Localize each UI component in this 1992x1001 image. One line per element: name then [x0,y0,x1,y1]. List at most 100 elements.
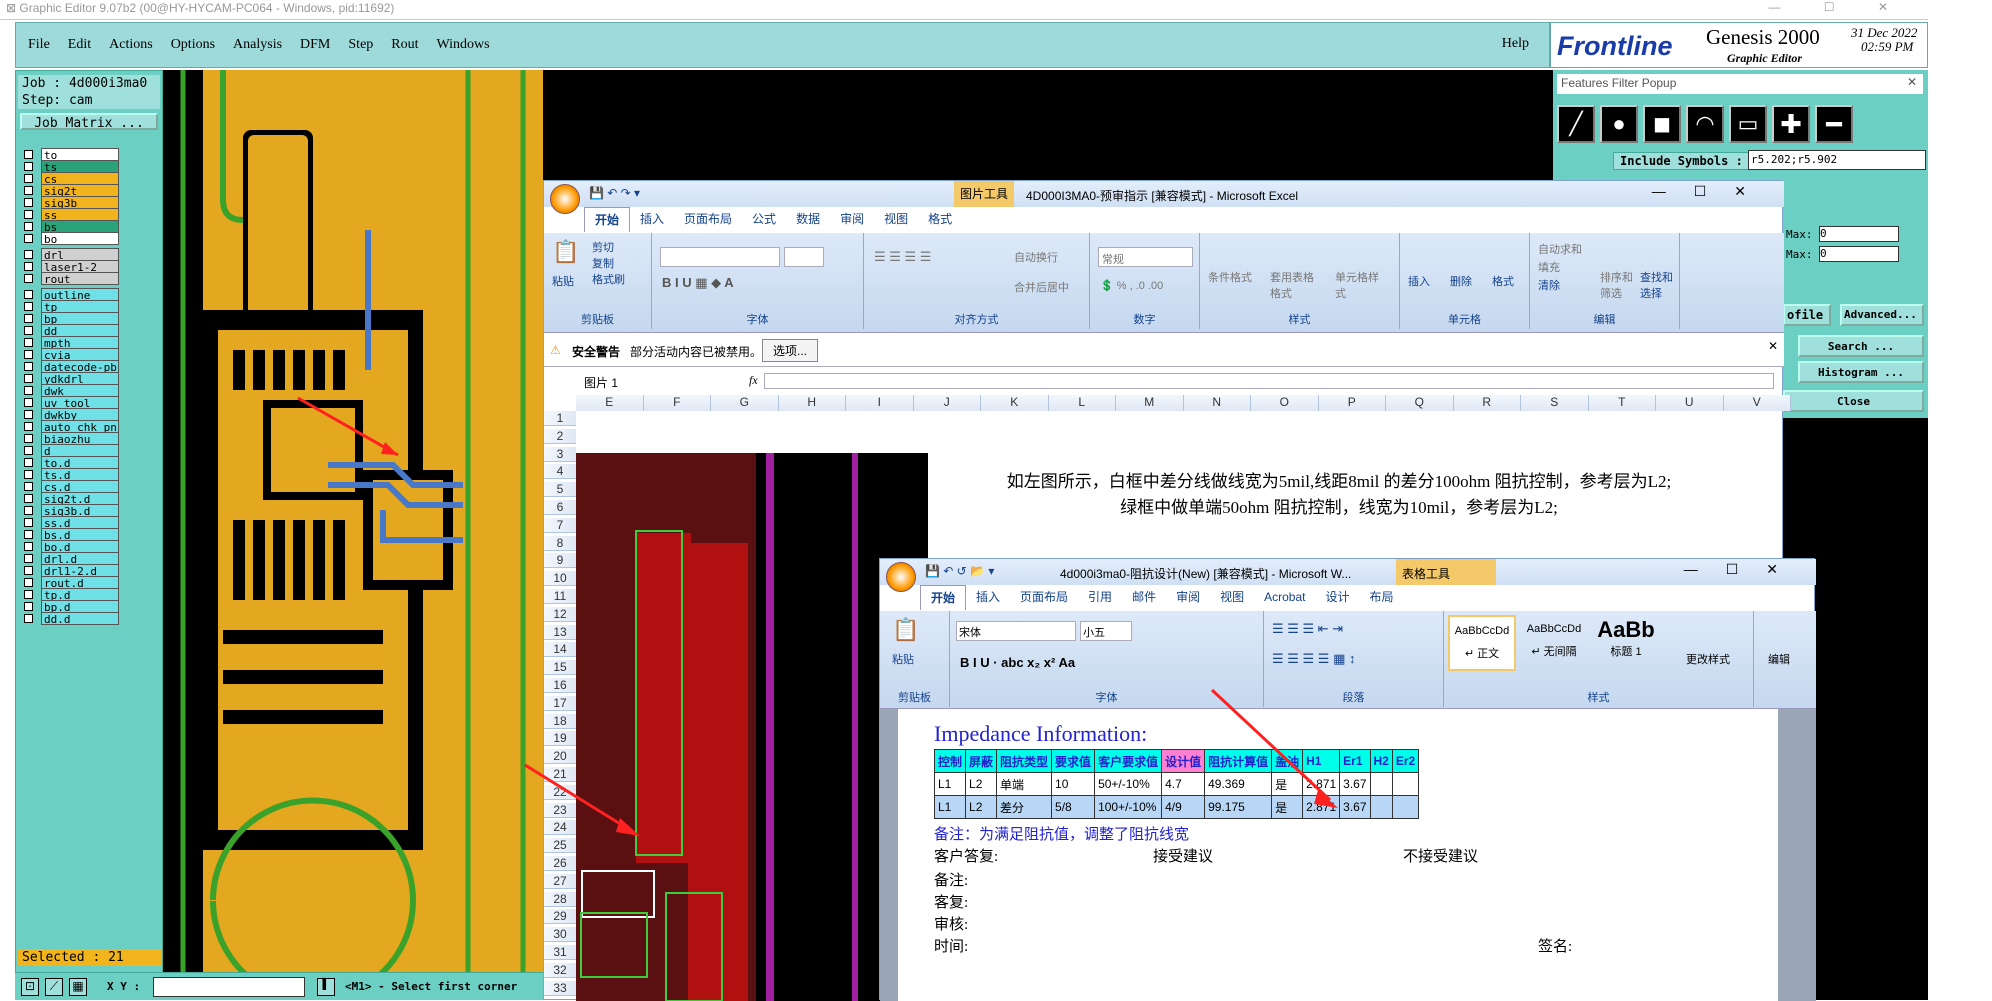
row-header-6[interactable]: 6 [544,500,576,515]
layer-name[interactable]: bo [41,231,119,246]
tab-page-layout[interactable]: 页面布局 [1010,585,1078,610]
advanced-button[interactable]: Advanced... [1840,304,1924,326]
layer-checkbox[interactable] [24,185,33,195]
menu-rout[interactable]: Rout [391,37,418,53]
text-tool-icon[interactable]: ▭ [1729,105,1767,143]
profile-dropdown[interactable]: ofile [1783,304,1831,326]
surface-tool-icon[interactable]: ◼ [1643,105,1681,143]
table-cell[interactable]: 4/9 [1161,795,1206,819]
layer-checkbox[interactable] [24,385,33,395]
layer-checkbox[interactable] [24,197,33,207]
table-row[interactable]: L1 L2 单端 10 50+/-10% 4.7 49.369 是 2.871 3.67 [933,772,1420,796]
coordinate-toggle-icon[interactable]: ▌ [317,978,335,996]
column-header-R[interactable]: R [1453,395,1521,411]
pcb-canvas[interactable] [163,70,543,1000]
layer-checkbox[interactable] [24,469,33,479]
table-cell[interactable]: L2 [965,795,998,819]
layer-checkbox[interactable] [24,493,33,503]
column-header-U[interactable]: U [1656,395,1724,411]
tab-references[interactable]: 引用 [1078,585,1122,610]
tab-review[interactable]: 审阅 [1166,585,1210,610]
layer-checkbox[interactable] [24,565,33,575]
row-header-1[interactable]: 1 [544,411,576,426]
tab-view[interactable]: 视图 [1210,585,1254,610]
row-header-18[interactable]: 18 [544,713,576,729]
change-styles-button[interactable]: 更改样式 [1686,651,1746,667]
quick-access-icons[interactable]: 💾 ↶ ↺ 📂 ▾ [925,564,994,578]
layer-name[interactable]: dd.d [41,611,119,626]
align-icons[interactable]: ☰ ☰ ☰ ☰ [874,249,931,265]
column-header-J[interactable]: J [913,395,981,411]
tab-home[interactable]: 开始 [920,585,967,610]
plus-icon[interactable]: ✚ [1772,105,1810,143]
column-header-H[interactable]: H [778,395,846,411]
table-cell[interactable] [1369,772,1393,796]
row-header-19[interactable]: 19 [544,731,576,747]
formula-input[interactable] [764,373,1774,389]
menu-options[interactable]: Options [171,37,215,53]
number-format-icons[interactable]: 💲 % , .0 .00 [1100,279,1163,292]
table-cell[interactable]: 100+/-10% [1094,795,1163,819]
include-symbols-input[interactable]: r5.202;r5.902 [1748,150,1926,170]
menu-windows[interactable]: Windows [437,37,490,53]
find-select-button[interactable]: 查找和选择 [1640,269,1680,301]
xy-input[interactable] [153,977,305,997]
layer-checkbox[interactable] [24,249,33,259]
table-row[interactable]: L1 L2 差分 5/8 100+/-10% 4/9 99.175 是 2.871 3.67 [933,795,1420,819]
align-icons[interactable]: ☰ ☰ ☰ ☰ ▦ ↕ [1272,651,1355,667]
job-matrix-button[interactable]: Job Matrix ... [20,113,158,131]
column-header-V[interactable]: V [1723,395,1791,411]
row-header-32[interactable]: 32 [544,962,576,978]
layer-checkbox[interactable] [24,505,33,515]
row-header-24[interactable]: 24 [544,820,576,836]
tab-insert[interactable]: 插入 [630,207,674,232]
table-cell[interactable] [1391,795,1420,819]
document-page[interactable]: Impedance Information: 控制 屏蔽 阻抗类型 要求值 客户要求值设… [898,709,1778,1001]
layer-checkbox[interactable] [24,161,33,171]
layer-checkbox[interactable] [24,233,33,243]
paste-icon[interactable]: 📋 [892,617,919,643]
grid-tool-icon[interactable]: ▦ [69,978,87,996]
layer-checkbox[interactable] [24,173,33,183]
cut-button[interactable]: 剪切 [592,239,614,255]
font-format-icons[interactable]: B I U · abc x₂ x² Aa [960,655,1075,670]
layer-checkbox[interactable] [24,589,33,599]
editing-button[interactable]: 编辑 [1768,651,1790,667]
tab-home[interactable]: 开始 [584,207,631,232]
table-cell[interactable] [1369,795,1393,819]
table-cell[interactable]: 4.7 [1161,772,1206,796]
layer-checkbox[interactable] [24,553,33,563]
layer-checkbox[interactable] [24,325,33,335]
accept-option[interactable]: 接受建议 [1153,845,1213,866]
tab-layout[interactable]: 布局 [1359,585,1403,610]
column-header-T[interactable]: T [1588,395,1656,411]
row-header-29[interactable]: 29 [544,909,576,925]
office-button-icon[interactable] [550,184,580,214]
cell-styles-button[interactable]: 单元格样式 [1335,269,1385,301]
histogram-button[interactable]: Histogram ... [1798,361,1924,383]
row-header-13[interactable]: 13 [544,624,576,640]
row-header-8[interactable]: 8 [544,535,576,551]
max-input[interactable]: 0 [1819,226,1899,242]
menu-help[interactable]: Help [1502,36,1529,52]
tab-acrobat[interactable]: Acrobat [1254,585,1315,610]
layer-checkbox[interactable] [24,601,33,611]
paste-icon[interactable]: 📋 [552,239,579,265]
fill-button[interactable]: 填充 [1538,259,1560,275]
layer-checkbox[interactable] [24,221,33,231]
style-normal[interactable]: AaBbCcDd ↵ 正文 [1448,615,1516,671]
layer-checkbox[interactable] [24,301,33,311]
column-header-O[interactable]: O [1251,395,1319,411]
wrap-text-button[interactable]: 自动换行 [1014,249,1058,265]
font-format-icons[interactable]: B I U ▦ ◆ A [662,275,734,291]
layer-checkbox[interactable] [24,481,33,491]
picture-tools-tab[interactable]: 图片工具 [954,181,1014,207]
column-header-M[interactable]: M [1116,395,1184,411]
column-header-N[interactable]: N [1183,395,1251,411]
table-cell[interactable]: 3.67 [1339,772,1371,796]
row-header-5[interactable]: 5 [544,482,576,498]
row-header-16[interactable]: 16 [544,678,576,693]
row-header-22[interactable]: 22 [544,784,576,800]
zoom-tool-icon[interactable]: ⊡ [21,978,39,996]
impedance-table[interactable]: 控制 屏蔽 阻抗类型 要求值 客户要求值 设计值 阻抗计算值 盖油 H1 Er1 H2 Er2 L1 L… [933,749,1420,819]
